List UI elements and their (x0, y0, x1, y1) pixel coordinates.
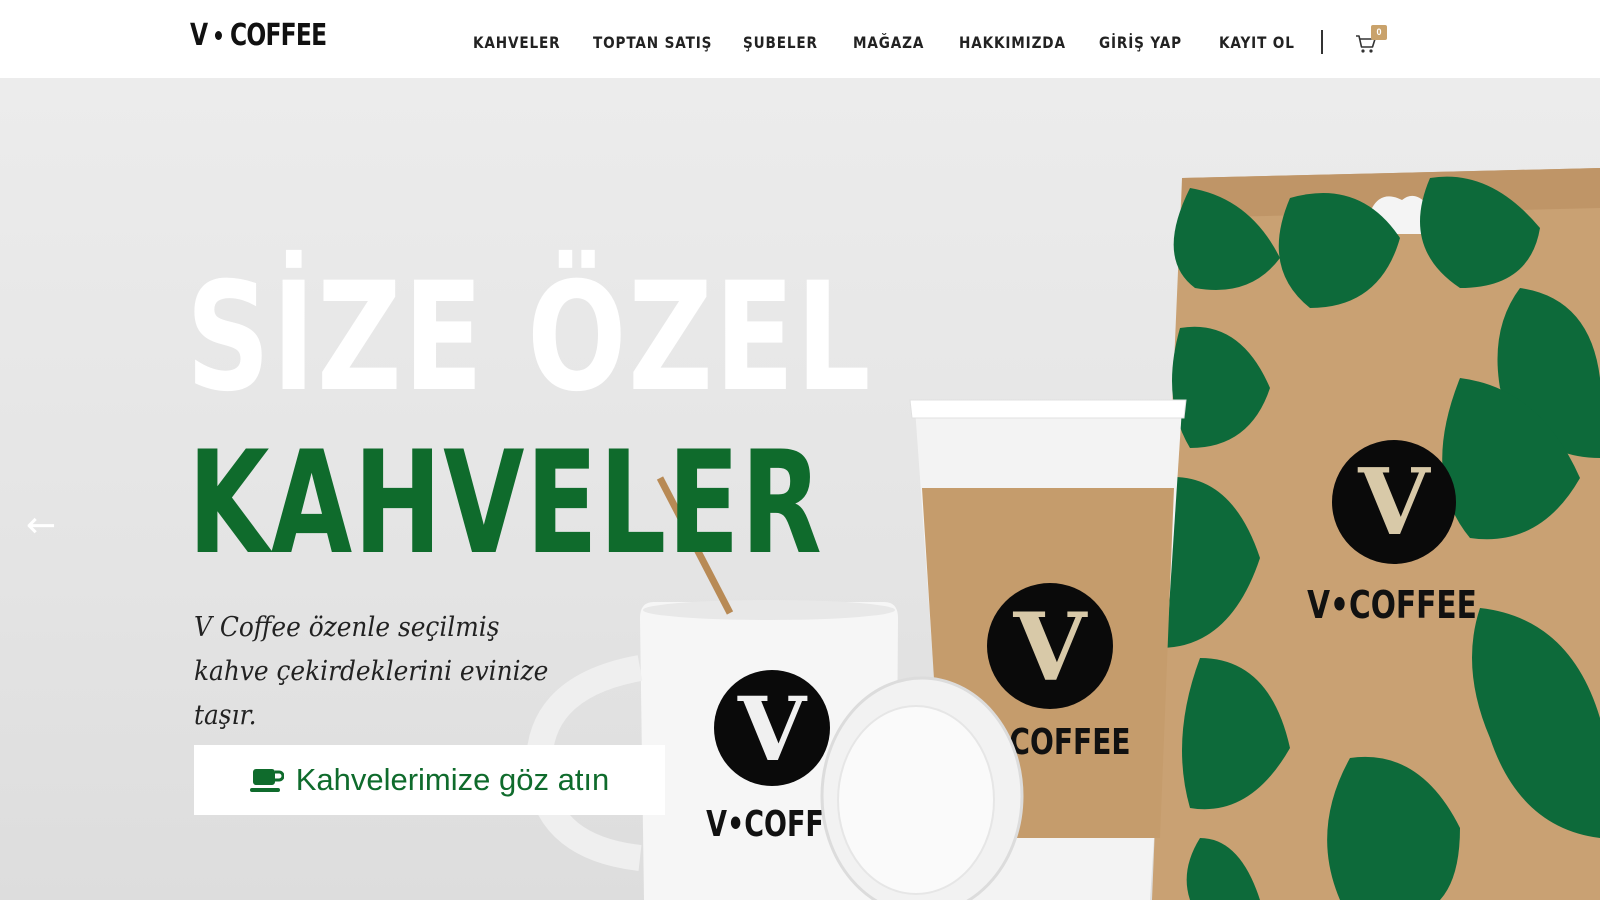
nav-item-magaza[interactable]: MAĞAZA (853, 33, 923, 52)
site-header: V COFFEE KAHVELER TOPTAN SATIŞ ŞUBELER M… (0, 0, 1600, 78)
browse-coffees-button[interactable]: Kahvelerimize göz atın (194, 745, 665, 815)
cup-brand-text: COFFEE (1009, 721, 1130, 763)
nav-item-giris-yap[interactable]: GİRİŞ YAP (1099, 33, 1181, 52)
coffee-cup-icon (249, 769, 284, 792)
nav-item-kayit-ol[interactable]: KAYIT OL (1219, 33, 1294, 52)
browse-coffees-label: Kahvelerimize göz atın (295, 762, 610, 797)
logo[interactable]: V COFFEE (190, 18, 327, 53)
main-nav: KAHVELER TOPTAN SATIŞ ŞUBELER MAĞAZA HAK… (473, 25, 1389, 56)
hero-slider: V V•COFFEE V COFFEE V V•COFF ← → (0, 78, 1600, 900)
logo-v: V (190, 18, 208, 53)
cup-lid (820, 676, 1024, 900)
mug-brand-text: V•COFF (706, 802, 824, 845)
bag-logo-mark: V (1357, 448, 1431, 556)
hero-subtext: V Coffee özenle seçilmiş kahve çekirdekl… (194, 612, 549, 731)
logo-coffee: COFFEE (229, 18, 327, 53)
nav-item-toptan-satis[interactable]: TOPTAN SATIŞ (593, 33, 711, 52)
cart-button[interactable]: 0 (1355, 25, 1389, 56)
nav-item-subeler[interactable]: ŞUBELER (743, 33, 817, 52)
coffee-bag: V V•COFFEE (1150, 168, 1600, 900)
cart-count-badge: 0 (1371, 25, 1387, 40)
hero-headline-line2: KAHVELER (188, 421, 824, 586)
bag-brand-text: V•COFFEE (1307, 583, 1477, 628)
nav-item-kahveler[interactable]: KAHVELER (473, 33, 560, 52)
mug-logo-mark: V (737, 677, 808, 781)
nav-divider (1321, 30, 1323, 54)
logo-dot (215, 31, 223, 40)
nav-item-hakkimizda[interactable]: HAKKIMIZDA (959, 33, 1065, 52)
cup-logo-mark: V (1013, 593, 1089, 703)
